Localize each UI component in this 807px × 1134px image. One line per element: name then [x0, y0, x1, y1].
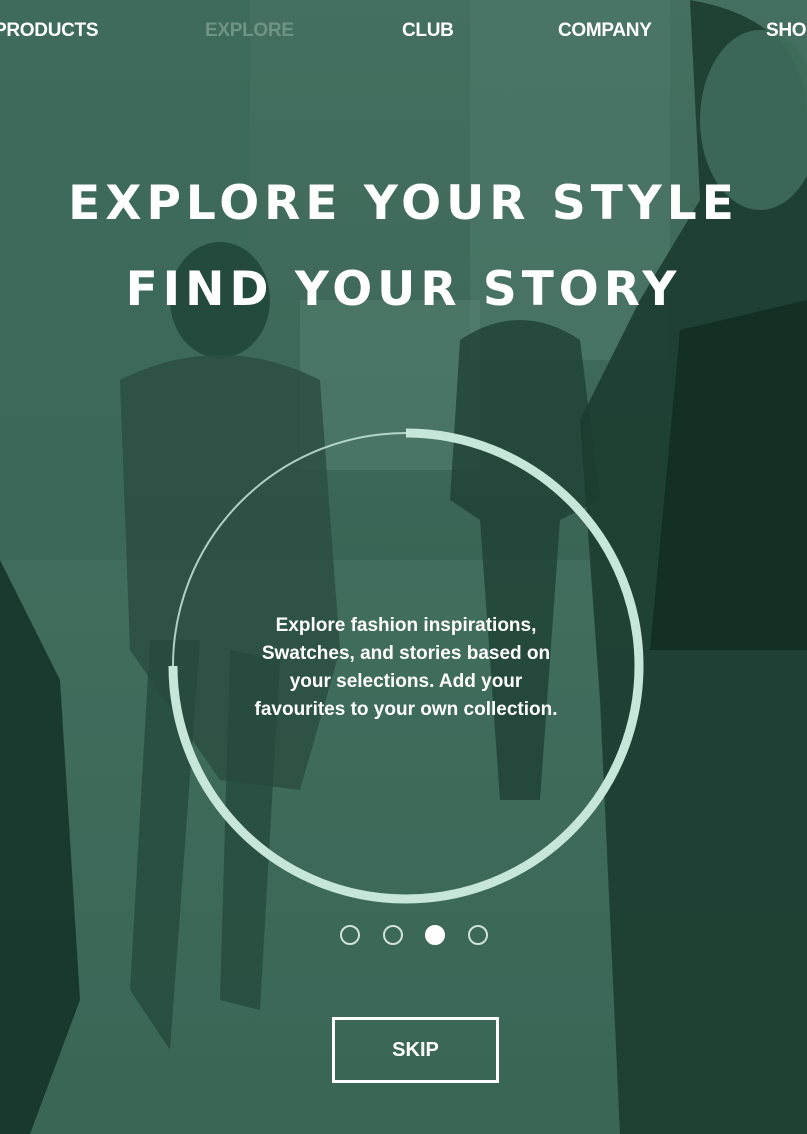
- pager-dot-1[interactable]: [340, 925, 360, 945]
- top-navigation: PRODUCTS EXPLORE CLUB COMPANY SHO: [0, 0, 807, 70]
- nav-company[interactable]: COMPANY: [558, 20, 652, 42]
- intro-line: your selections. Add your: [289, 671, 523, 692]
- nav-shop[interactable]: SHO: [766, 20, 807, 42]
- nav-products[interactable]: PRODUCTS: [0, 20, 99, 42]
- intro-line: Swatches, and stories based on: [261, 643, 551, 664]
- intro-line: favourites to your own collection.: [254, 699, 558, 720]
- pager-dot-2[interactable]: [383, 925, 403, 945]
- pager-dot-4[interactable]: [468, 925, 488, 945]
- nav-club[interactable]: CLUB: [402, 20, 454, 42]
- skip-button[interactable]: SKIP: [332, 1017, 499, 1083]
- intro-line: Explore fashion inspirations,: [275, 615, 537, 636]
- nav-explore[interactable]: EXPLORE: [205, 20, 294, 42]
- intro-description: Explore fashion inspirations, Swatches, …: [212, 612, 600, 724]
- hero-title-line-2: FIND YOUR STORY: [125, 262, 682, 317]
- hero-title-line-1: EXPLORE YOUR STYLE: [68, 176, 739, 231]
- pager-dot-3[interactable]: [425, 925, 445, 945]
